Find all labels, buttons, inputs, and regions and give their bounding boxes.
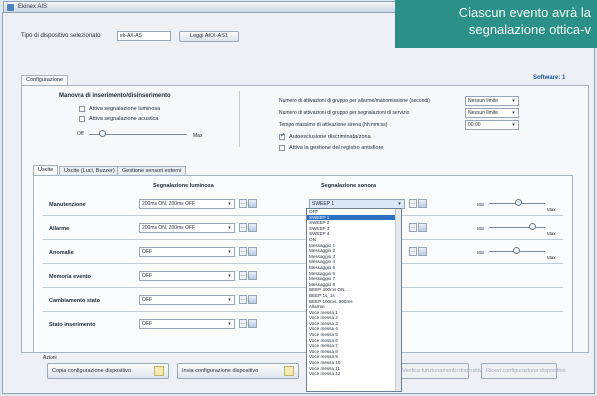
- vol-min: Min: [477, 202, 485, 207]
- acoustic-header: Segnalazione sonora: [321, 183, 377, 189]
- preview-button[interactable]: …: [239, 271, 247, 280]
- row-label: Allarme: [49, 226, 70, 232]
- copy-config-button[interactable]: Copia configurazione dispositivo: [47, 363, 169, 379]
- light-preview-icon[interactable]: [248, 271, 257, 280]
- row-divider: [43, 311, 563, 312]
- preview-button[interactable]: …: [239, 199, 247, 208]
- preview-button[interactable]: …: [239, 295, 247, 304]
- volume-knob[interactable]: [529, 223, 536, 230]
- row-label: Stato inserimento: [49, 322, 96, 328]
- preview-button[interactable]: …: [239, 247, 247, 256]
- illumination-level-knob[interactable]: [99, 130, 106, 137]
- vol-min: Min: [477, 250, 485, 255]
- volume-knob[interactable]: [515, 199, 522, 206]
- light-preview-icon[interactable]: [248, 199, 257, 208]
- light-signal-checkbox[interactable]: [79, 106, 85, 112]
- param-2-select[interactable]: Nessun limite ▾: [465, 108, 519, 118]
- verify-device-button[interactable]: Verifica funzionamento dispositivo: [397, 363, 485, 379]
- caption-banner: Ciascun evento avrà la segnalazione otti…: [395, 0, 597, 48]
- speaker-icon[interactable]: [418, 199, 427, 208]
- volume-slider[interactable]: [489, 227, 545, 228]
- luminous-select[interactable]: OFF ▾: [139, 271, 235, 281]
- dropdown-option[interactable]: Voce messa 12: [307, 371, 401, 377]
- luminous-select[interactable]: OFF ▾: [139, 247, 235, 257]
- acoustic-preview-button[interactable]: …: [409, 223, 417, 232]
- acoustic-signal-label: Attiva segnalazione acustica: [89, 116, 159, 122]
- preview-button[interactable]: …: [239, 223, 247, 232]
- send-config-button[interactable]: Invia configurazione dispositivo: [177, 363, 299, 379]
- autoexclusion-label: Autoesclusione discriminata/zona: [289, 134, 371, 140]
- vol-max: Max: [547, 255, 556, 260]
- row-label: Cambiamento stato: [49, 298, 101, 304]
- light-preview-icon[interactable]: [248, 247, 257, 256]
- vol-max: Max: [547, 207, 556, 212]
- param-1-label: Numero di attivazioni di gruppo per alla…: [279, 98, 430, 104]
- level-min-label: Off: [77, 131, 84, 137]
- acoustic-preview-button[interactable]: …: [409, 247, 417, 256]
- row-divider: [43, 287, 563, 288]
- autoexclusion-checkbox[interactable]: [279, 132, 285, 140]
- illumination-title: Manovra di inserimento/disinserimento: [59, 93, 171, 99]
- acoustic-preview-button[interactable]: …: [409, 199, 417, 208]
- row-label: Anomalie: [49, 250, 74, 256]
- volume-knob[interactable]: [513, 247, 520, 254]
- read-device-button[interactable]: Leggi AKX-AS1: [179, 31, 239, 42]
- registry-checkbox[interactable]: [279, 145, 285, 151]
- actions-label: Azioni: [43, 355, 57, 361]
- luminous-select[interactable]: OFF ▾: [139, 295, 235, 305]
- row-divider: [43, 239, 563, 240]
- outputs-panel: [33, 175, 573, 353]
- acoustic-dropdown-list[interactable]: OFF SWEEP 1 SWEEP 2 SWEEP 3 SWEEP 4 ON Messagg…: [306, 208, 402, 392]
- luminous-select[interactable]: 200ms ON, 200ms OFF ▾: [139, 223, 235, 233]
- row-label: Manutenzione: [49, 202, 86, 208]
- caption-line-2: segnalazione ottica-v: [468, 22, 591, 37]
- luminous-select[interactable]: 200ms ON, 200ms OFF ▾: [139, 199, 235, 209]
- registry-label: Attiva la gestione del registro antisfio…: [289, 145, 384, 151]
- divider: [239, 91, 240, 147]
- folder-icon: [154, 366, 164, 376]
- vol-max: Max: [547, 231, 556, 236]
- receive-config-button[interactable]: Ricevi configurazione dispositivo: [481, 363, 565, 379]
- speaker-icon[interactable]: [418, 247, 427, 256]
- document-icon: [284, 366, 294, 376]
- device-type-label: Tipo di dispositivo selezionato: [21, 33, 101, 39]
- light-preview-icon[interactable]: [248, 319, 257, 328]
- light-preview-icon[interactable]: [248, 223, 257, 232]
- window-title: Ekinex AIS: [18, 4, 48, 10]
- luminous-select[interactable]: OFF ▾: [139, 319, 235, 329]
- param-3-label: Tempo massimo di attivazione sirena (hh:…: [279, 122, 388, 128]
- vol-min: Min: [477, 226, 485, 231]
- row-divider: [43, 215, 563, 216]
- app-icon: [7, 4, 14, 11]
- light-preview-icon[interactable]: [248, 295, 257, 304]
- param-1-select[interactable]: Nessun limite ▾: [465, 96, 519, 106]
- luminous-header: Segnalazione luminosa: [153, 183, 214, 189]
- row-label: Memoria evento: [49, 274, 91, 280]
- light-signal-label: Attiva segnalazione luminosa: [89, 106, 161, 112]
- speaker-icon[interactable]: [418, 223, 427, 232]
- caption-line-1: Ciascun evento avrà la: [458, 5, 591, 20]
- app-window: Ekinex AIS Tipo di dispositivo seleziona…: [2, 1, 596, 394]
- acoustic-signal-checkbox[interactable]: [79, 116, 85, 122]
- param-3-field[interactable]: 00:00 ▾: [465, 120, 519, 130]
- param-2-label: Numero di attivazioni di gruppo per segn…: [279, 110, 410, 116]
- dropdown-scrollbar[interactable]: [395, 209, 401, 391]
- preview-button[interactable]: …: [239, 319, 247, 328]
- software-version: Software: 1: [533, 75, 566, 81]
- device-type-field[interactable]: ek-AX-AS: [117, 31, 171, 41]
- row-divider: [43, 263, 563, 264]
- level-max-label: Max: [193, 133, 203, 139]
